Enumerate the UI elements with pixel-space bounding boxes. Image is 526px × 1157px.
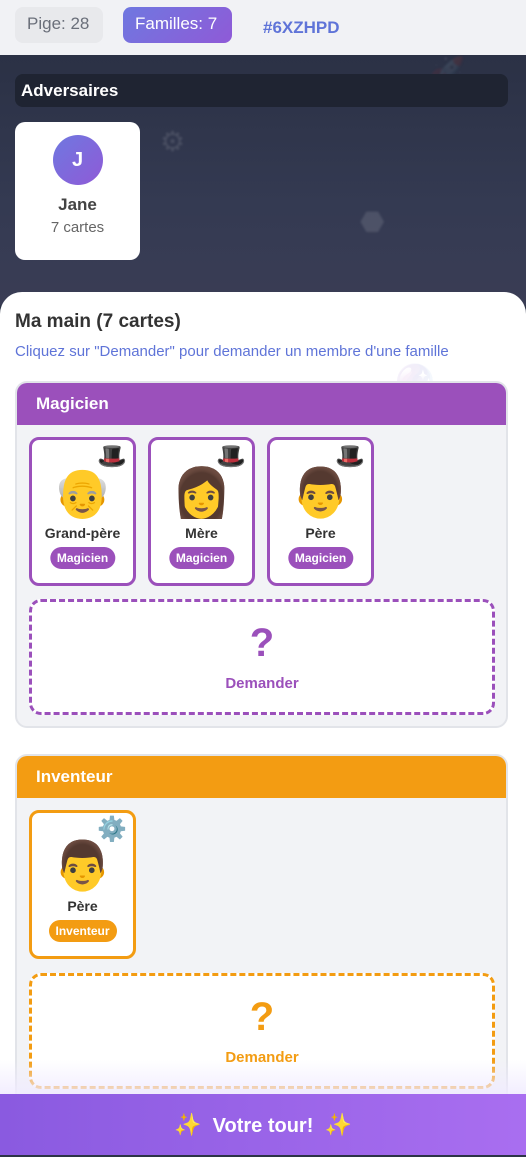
background-decoration: ⚙ [160,126,186,157]
opponent-card[interactable]: J Jane 7 cartes [15,122,140,260]
family-tag: Magicien [49,547,116,569]
background-decoration: ⬣ [360,206,385,237]
father-icon: 👨 [52,840,113,893]
card-mere[interactable]: 🎩 👩 Mère Magicien [148,437,255,586]
opponents-section: 🚀 ⚙ ⬣ Adversaires J Jane 7 cartes [0,55,526,305]
ask-label: Demander [225,675,299,692]
father-icon: 👨 [290,467,351,520]
families-count-badge: Familles: 7 [123,7,232,43]
card-pere[interactable]: 🎩 👨 Père Magicien [267,437,374,586]
pile-count-badge: Pige: 28 [15,7,103,43]
hand-hint: Cliquez sur "Demander" pour demander un … [15,343,449,360]
opponents-title: Adversaires [15,74,508,107]
family-tag: Magicien [168,547,235,569]
card-grand-pere[interactable]: 🎩 👴 Grand-père Magicien [29,437,136,586]
question-mark-icon: ? [249,621,275,665]
sparkles-icon: ✨ [174,1112,202,1137]
family-tag: Magicien [287,547,354,569]
stats-bar: Pige: 28 Familles: 7 #6XZHPD [0,0,526,55]
family-header: Magicien [17,383,506,425]
family-header: Inventeur [17,756,506,798]
sparkles-icon: ✨ [324,1112,352,1137]
hand-title: Ma main (7 cartes) [15,311,181,332]
opponent-name: Jane [58,195,97,214]
grandfather-icon: 👴 [52,467,113,520]
card-name: Mère [185,525,218,541]
family-magicien: Magicien 🎩 👴 Grand-père Magicien 🎩 👩 Mèr… [15,381,508,728]
room-code[interactable]: #6XZHPD [263,18,340,38]
card-name: Père [305,525,336,541]
opponent-card-count: 7 cartes [50,219,105,236]
mother-icon: 👩 [171,467,232,520]
avatar: J [52,135,103,185]
card-name: Père [67,898,98,914]
turn-banner: ✨ Votre tour! ✨ [0,1094,526,1155]
question-mark-icon: ? [249,995,275,1039]
bottom-fade [0,1060,526,1096]
card-name: Grand-père [44,525,121,541]
family-tag: Inventeur [48,920,117,942]
ask-button-magicien[interactable]: ? Demander [29,599,495,715]
turn-label: Votre tour! [212,1115,314,1137]
hand-panel: 🔮 ⚙ 🧲 🚀 Ma main (7 cartes) Cliquez sur "… [0,292,526,1155]
card-pere[interactable]: ⚙️ 👨 Père Inventeur [29,810,136,959]
